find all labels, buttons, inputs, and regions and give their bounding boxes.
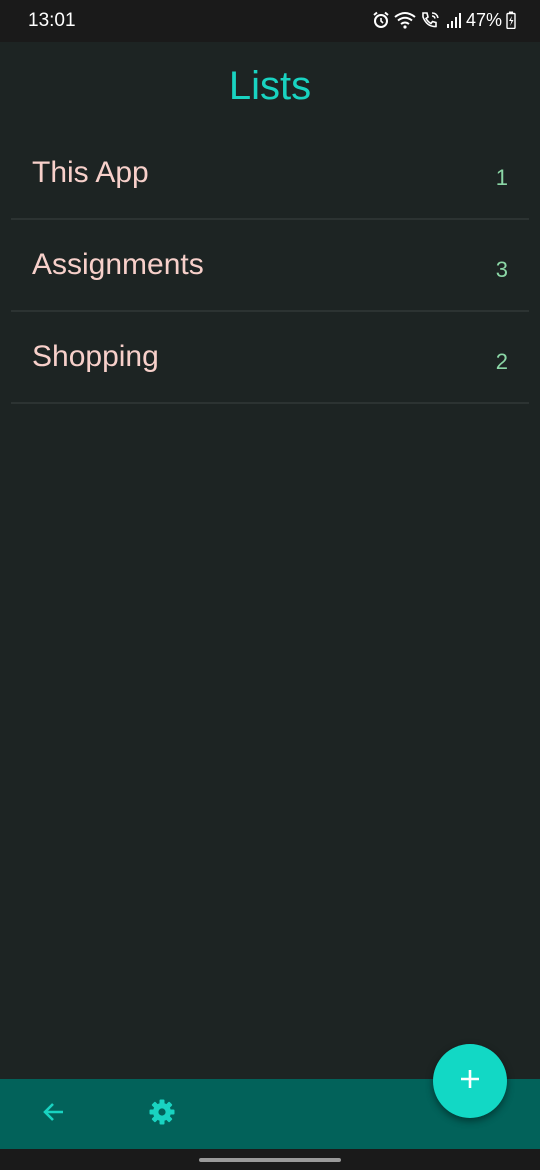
settings-button[interactable] [144, 1096, 180, 1132]
list-item[interactable]: Assignments 3 [11, 220, 529, 312]
battery-text: 47% [465, 10, 502, 30]
wifi-icon [394, 11, 416, 29]
back-button[interactable] [36, 1096, 72, 1132]
list-item[interactable]: This App 1 [11, 128, 529, 220]
alarm-icon [372, 11, 390, 29]
status-icons: 47% [372, 9, 516, 31]
list-item-name: This App [32, 156, 149, 189]
system-nav-bar [0, 1149, 540, 1170]
plus-icon [458, 1067, 482, 1096]
page-title: Lists [228, 64, 312, 108]
lists-container: This App 1 Assignments 3 Shopping 2 [11, 128, 529, 404]
list-item-count: 3 [495, 257, 508, 282]
wifi-calling-icon [420, 11, 442, 29]
list-item-name: Shopping [32, 340, 159, 373]
home-indicator[interactable] [199, 1158, 341, 1162]
list-item-name: Assignments [32, 248, 204, 281]
status-time: 13:01 [28, 10, 76, 31]
status-bar: 13:01 47% [0, 0, 540, 42]
signal-icon [446, 11, 462, 29]
arrow-back-icon [41, 1099, 67, 1130]
list-item-count: 1 [495, 165, 508, 190]
gear-icon [148, 1098, 176, 1131]
battery-charging-icon [506, 11, 516, 29]
add-list-button[interactable] [433, 1044, 507, 1118]
list-item-count: 2 [495, 349, 508, 374]
app-screen: 13:01 47% Lists This App 1 Assignments 3… [0, 0, 540, 1170]
list-item[interactable]: Shopping 2 [11, 312, 529, 404]
